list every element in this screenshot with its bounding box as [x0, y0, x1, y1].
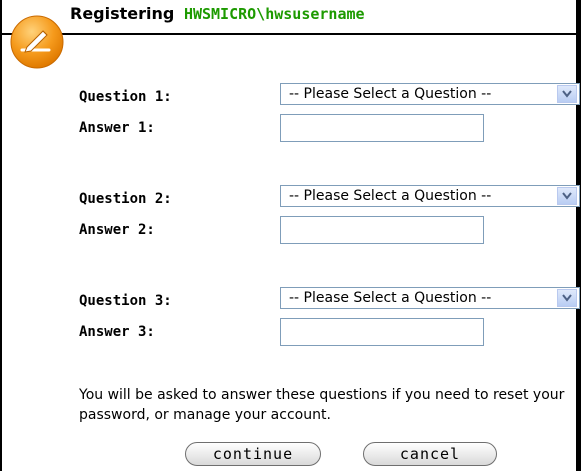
account-name: HWSMICRO\hwsusername	[183, 5, 365, 23]
question-3-label: Question 3:	[79, 293, 172, 309]
question-1-select[interactable]: -- Please Select a Question --	[280, 83, 580, 105]
question-1-label: Question 1:	[79, 89, 172, 105]
question-1-select-value: -- Please Select a Question --	[289, 86, 492, 102]
chevron-down-icon[interactable]	[557, 85, 577, 103]
chevron-down-icon[interactable]	[557, 289, 577, 307]
chevron-down-icon[interactable]	[557, 187, 577, 205]
question-3-select-value: -- Please Select a Question --	[289, 290, 492, 306]
pencil-writing-icon	[10, 15, 64, 69]
header-title: Registering	[70, 4, 175, 23]
help-notice: You will be asked to answer these questi…	[79, 387, 565, 423]
question-2-select-value: -- Please Select a Question --	[289, 188, 492, 204]
header-divider	[0, 33, 577, 35]
answer-1-label: Answer 1:	[79, 120, 155, 136]
answer-3-label: Answer 3:	[79, 324, 155, 340]
page-header: Registering HWSMICRO\hwsusername	[70, 4, 365, 23]
answer-3-input[interactable]	[280, 318, 484, 346]
question-3-select[interactable]: -- Please Select a Question --	[280, 287, 580, 309]
question-2-select[interactable]: -- Please Select a Question --	[280, 185, 580, 207]
answer-2-input[interactable]	[280, 216, 484, 244]
question-2-label: Question 2:	[79, 191, 172, 207]
answer-2-label: Answer 2:	[79, 222, 155, 238]
window-border-left	[0, 0, 2, 471]
cancel-button[interactable]: cancel	[363, 442, 497, 466]
window-border-right	[576, 0, 581, 471]
answer-1-input[interactable]	[280, 114, 484, 142]
continue-button[interactable]: continue	[185, 442, 321, 466]
